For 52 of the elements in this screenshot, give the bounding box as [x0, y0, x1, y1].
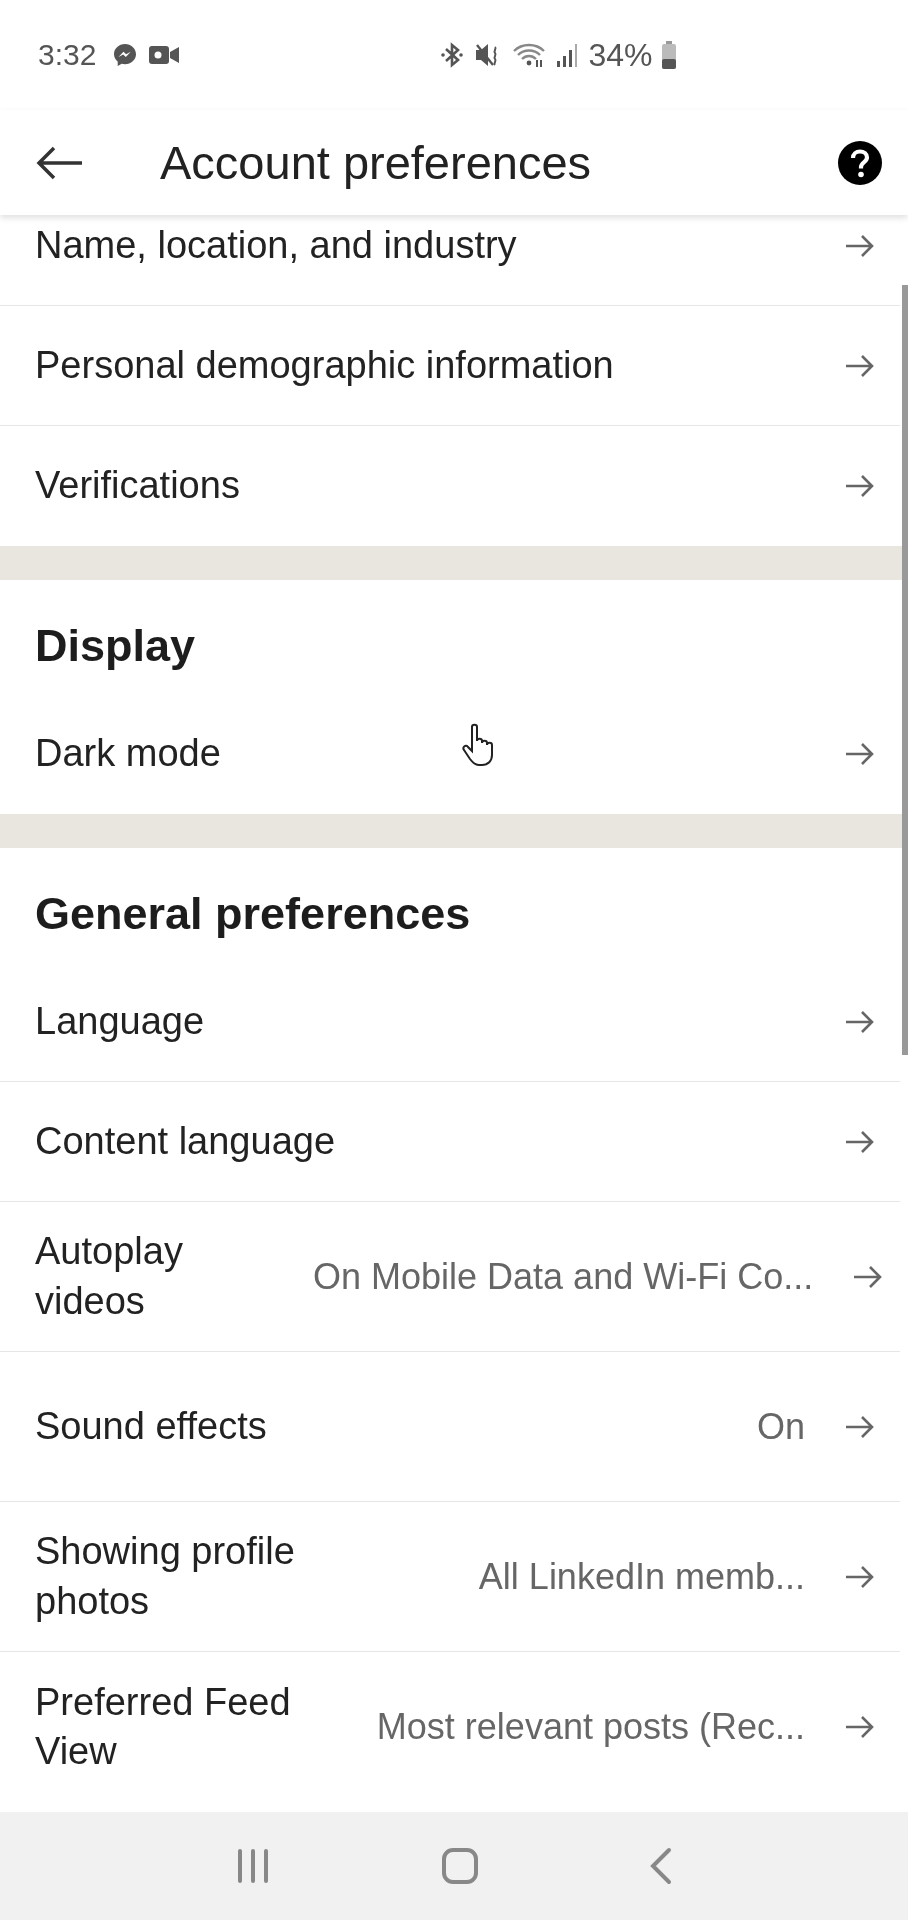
page-title: Account preferences [160, 135, 593, 190]
settings-row[interactable]: Name, location, and industry [0, 215, 900, 306]
battery-percentage: 34% [588, 36, 653, 74]
row-value: All LinkedIn memb... [477, 1555, 805, 1598]
row-label: Preferred Feed View [35, 1679, 292, 1774]
row-value: Most relevant posts (Rec... [375, 1706, 805, 1748]
row-label: Language [35, 998, 205, 1044]
help-icon[interactable] [838, 140, 882, 185]
wifi-icon [512, 42, 547, 68]
row-value: On [755, 1405, 805, 1448]
row-value: On Mobile Data and Wi-Fi Co... [313, 1255, 814, 1298]
arrow-right-icon [845, 1129, 875, 1154]
row-label: Sound effects [35, 1403, 267, 1449]
status-time: 3:32 [38, 38, 97, 72]
row-label: Autoplay videos [35, 1229, 184, 1324]
settings-row[interactable]: Sound effects On [0, 1352, 900, 1502]
arrow-right-icon [845, 353, 875, 378]
row-label: Name, location, and industry [35, 222, 517, 268]
hand-cursor-icon [462, 723, 496, 767]
arrow-right-icon [853, 1264, 884, 1289]
arrow-right-icon [845, 1715, 875, 1739]
settings-row[interactable]: Dark mode [0, 694, 900, 814]
back-arrow-icon[interactable] [36, 145, 84, 180]
scrollbar[interactable] [902, 285, 908, 1055]
settings-row[interactable]: Personal demographic information [0, 306, 900, 426]
settings-row[interactable]: Showing profile photos All LinkedIn memb... [0, 1502, 900, 1652]
arrow-right-icon [845, 233, 875, 258]
battery-icon [662, 41, 677, 69]
settings-row[interactable]: Content language [0, 1082, 900, 1202]
arrow-right-icon [845, 742, 875, 766]
back-icon[interactable] [649, 1847, 673, 1885]
settings-row[interactable]: Autoplay videos On Mobile Data and Wi-Fi Co... [0, 1202, 900, 1352]
settings-row[interactable]: Language [0, 962, 900, 1082]
row-label: Dark mode [35, 731, 221, 777]
video-camera-icon [148, 44, 181, 66]
row-label: Showing profile photos [35, 1529, 296, 1624]
section-heading: Display [34, 619, 197, 673]
arrow-right-icon [845, 474, 875, 498]
section-heading: General preferences [34, 887, 472, 941]
arrow-right-icon [845, 1564, 875, 1589]
row-label: Content language [35, 1118, 336, 1164]
signal-icon [556, 42, 579, 68]
arrow-right-icon [845, 1009, 875, 1034]
home-icon[interactable] [441, 1847, 479, 1885]
messenger-icon [112, 42, 139, 68]
arrow-right-icon [845, 1414, 875, 1439]
row-label: Personal demographic information [35, 342, 614, 388]
settings-row[interactable]: Verifications [0, 426, 900, 546]
settings-row[interactable]: Preferred Feed View Most relevant posts (Rec... [0, 1652, 900, 1802]
row-label: Verifications [35, 463, 240, 509]
recent-apps-icon[interactable] [235, 1848, 271, 1884]
bluetooth-icon [440, 41, 465, 69]
